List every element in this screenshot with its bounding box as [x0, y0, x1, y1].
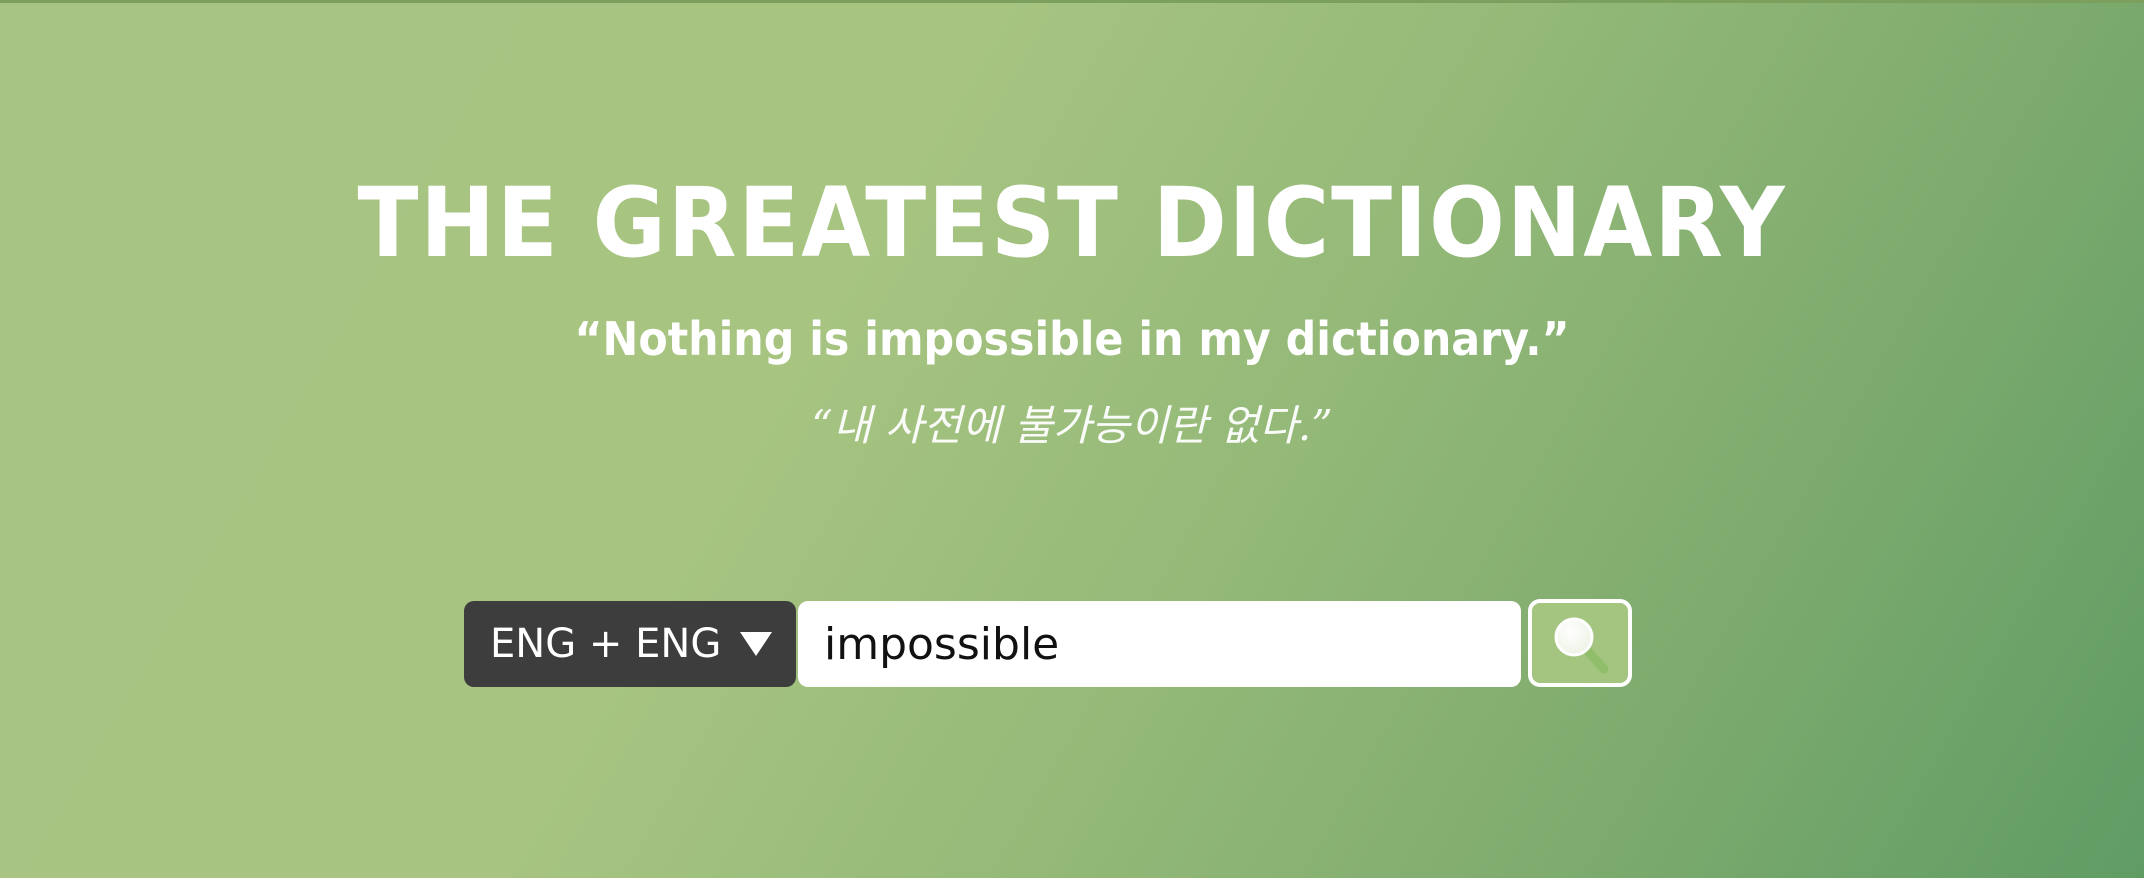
english-quote: “Nothing is impossible in my dictionary.…: [574, 312, 1570, 366]
language-select-label: ENG + ENG: [490, 621, 722, 667]
search-input[interactable]: [798, 601, 1521, 687]
search-bar: ENG + ENG: [464, 599, 1634, 687]
page-title: THE GREATEST DICTIONARY: [357, 167, 1787, 279]
hero-banner: THE GREATEST DICTIONARY “Nothing is impo…: [0, 0, 2144, 878]
chevron-down-icon: [740, 632, 772, 656]
korean-quote: “내 사전에 불가능이란 없다.”: [811, 401, 1333, 450]
search-button[interactable]: [1528, 599, 1632, 687]
magnifier-icon: [1554, 617, 1609, 674]
language-select[interactable]: ENG + ENG: [464, 601, 796, 687]
